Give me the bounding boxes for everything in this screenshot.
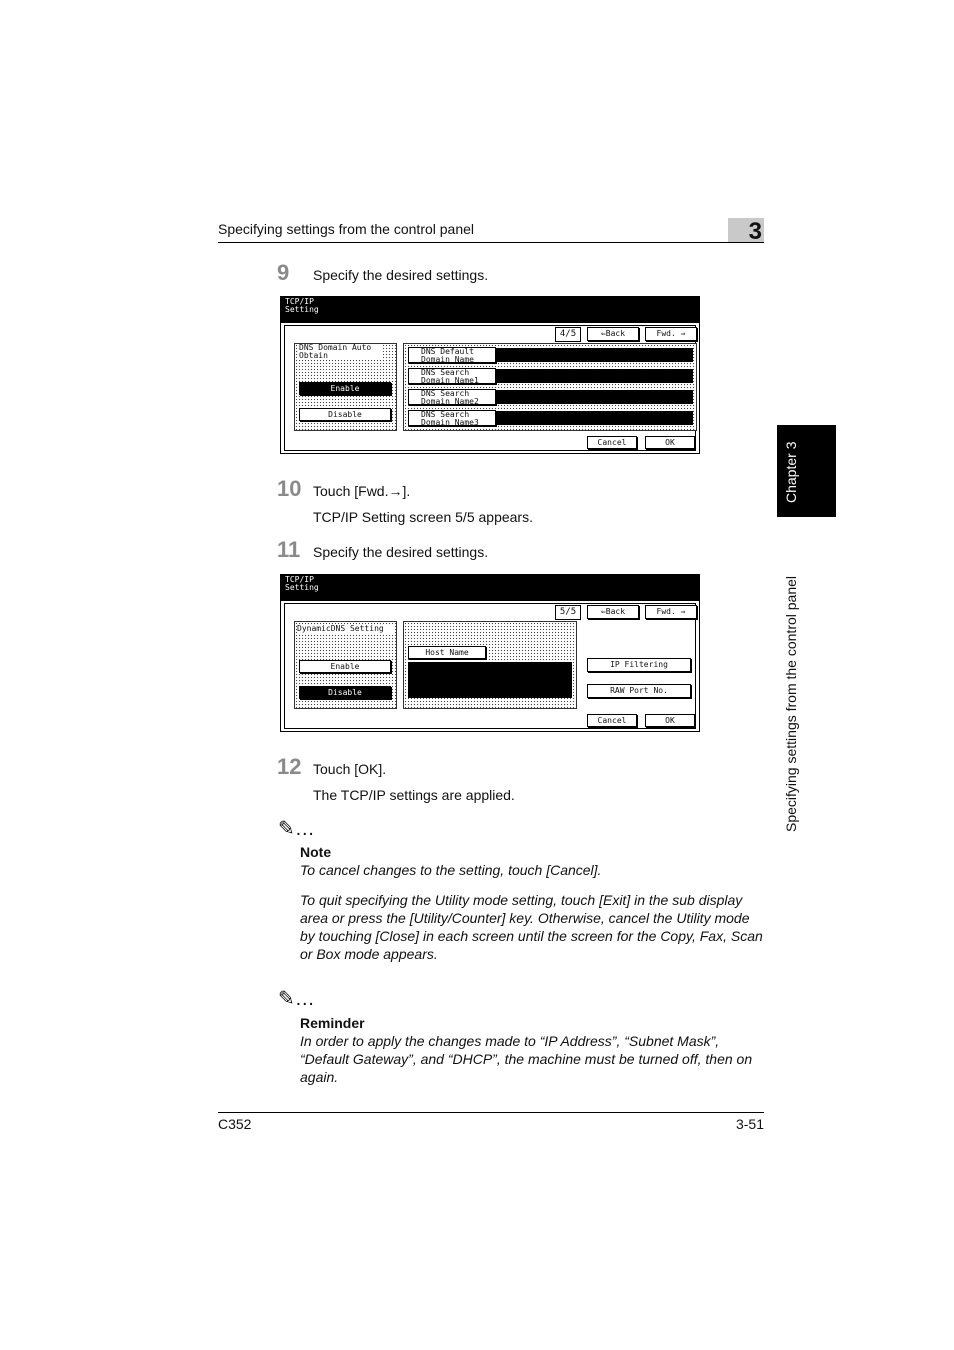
disable-button[interactable]: Disable (299, 686, 391, 699)
back-button[interactable]: ⇐Back (587, 327, 639, 341)
footer-rule (218, 1112, 764, 1113)
chapter-number-badge: 3 (728, 218, 764, 245)
ok-button[interactable]: OK (645, 436, 695, 449)
reminder-pencil-icon: ✎… (278, 988, 315, 1010)
group-title: DynamicDNS Setting (297, 625, 394, 633)
tcpip-setting-screen-4: TCP/IP Setting 4/5 ⇐Back Fwd. ⇒ DNS Doma… (280, 296, 700, 454)
page-indicator: 4/5 (555, 327, 581, 342)
dns-search-domain-name3-button[interactable]: DNS Search Domain Name3 (408, 410, 496, 427)
reminder-heading: Reminder (300, 1015, 365, 1031)
host-name-value (408, 662, 572, 698)
dns-search-domain-name2-button[interactable]: DNS Search Domain Name2 (408, 389, 496, 406)
chapter-side-tab: Chapter 3 (777, 425, 836, 517)
ip-filtering-button[interactable]: IP Filtering (587, 658, 691, 672)
fwd-button[interactable]: Fwd. ⇒ (645, 605, 697, 619)
raw-port-no-button[interactable]: RAW Port No. (587, 684, 691, 698)
back-button[interactable]: ⇐Back (587, 605, 639, 619)
disable-button[interactable]: Disable (299, 408, 391, 421)
page-indicator: 5/5 (555, 605, 581, 620)
step-result: TCP/IP Setting screen 5/5 appears. (313, 509, 533, 525)
host-name-group: Host Name (403, 621, 577, 709)
cancel-button[interactable]: Cancel (587, 436, 637, 449)
host-name-button[interactable]: Host Name (408, 646, 486, 659)
dns-search-domain-name1-button[interactable]: DNS Search Domain Name1 (408, 368, 496, 385)
header-rule (218, 242, 764, 243)
screen-titlebar: TCP/IP Setting (281, 297, 699, 323)
step-text: Specify the desired settings. (313, 267, 489, 283)
screen-body: 5/5 ⇐Back Fwd. ⇒ DynamicDNS Setting Enab… (284, 603, 697, 729)
dns-fields-group: DNS Default Domain Name DNS Search Domai… (403, 343, 697, 431)
side-running-title: Specifying settings from the control pan… (783, 575, 799, 832)
step-number: 12 (277, 754, 302, 779)
footer-model: C352 (218, 1116, 252, 1132)
reminder-paragraph: In order to apply the changes made to “I… (300, 1033, 753, 1085)
note-paragraph: To cancel changes to the setting, touch … (300, 862, 602, 878)
footer-page-number: 3-51 (735, 1116, 764, 1132)
enable-button[interactable]: Enable (299, 382, 391, 395)
group-title: DNS Domain Auto Obtain (299, 344, 383, 360)
step-text: Specify the desired settings. (313, 544, 489, 560)
step-number: 10 (277, 476, 302, 501)
dns-domain-auto-obtain-group: DNS Domain Auto Obtain Enable Disable (294, 343, 397, 431)
note-heading: Note (300, 844, 332, 860)
screen-title: TCP/IP Setting (285, 575, 319, 592)
step-text: Touch [Fwd.→]. (313, 483, 411, 499)
screen-titlebar: TCP/IP Setting (281, 575, 699, 601)
cancel-button[interactable]: Cancel (587, 714, 637, 727)
step-result: The TCP/IP settings are applied. (313, 787, 515, 803)
tcpip-setting-screen-5: TCP/IP Setting 5/5 ⇐Back Fwd. ⇒ DynamicD… (280, 574, 700, 732)
note-pencil-icon: ✎… (278, 818, 315, 840)
screen-title: TCP/IP Setting (285, 297, 319, 314)
dns-search-domain-name1-value (497, 369, 693, 383)
note-paragraph: To quit specifying the Utility mode sett… (300, 892, 763, 962)
step-number: 9 (277, 260, 290, 285)
chapter-side-label: Chapter 3 (783, 441, 799, 503)
dynamic-dns-group: DynamicDNS Setting Enable Disable (294, 621, 397, 709)
dns-default-domain-name-value (497, 348, 693, 362)
step-number: 11 (277, 537, 301, 562)
running-header: Specifying settings from the control pan… (218, 221, 475, 237)
dns-default-domain-name-button[interactable]: DNS Default Domain Name (408, 347, 496, 364)
fwd-button[interactable]: Fwd. ⇒ (645, 327, 697, 341)
enable-button[interactable]: Enable (299, 660, 391, 673)
dns-search-domain-name2-value (497, 390, 693, 404)
ok-button[interactable]: OK (645, 714, 695, 727)
dns-search-domain-name3-value (497, 411, 693, 425)
step-text: Touch [OK]. (313, 761, 387, 777)
screen-body: 4/5 ⇐Back Fwd. ⇒ DNS Domain Auto Obtain … (284, 325, 697, 451)
